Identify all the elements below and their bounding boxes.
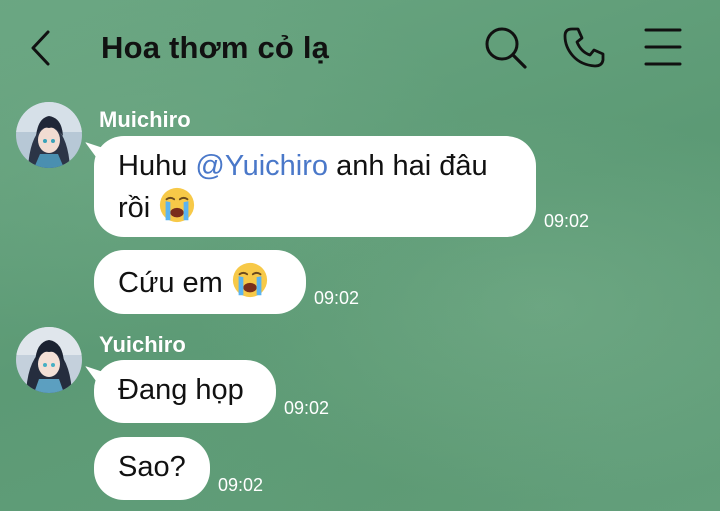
loudly-crying-face-icon [232, 262, 267, 298]
message-bubble[interactable]: Huhu @Yuichiro anh hai đâu rồi [94, 136, 536, 237]
sender-name: Muichiro [99, 107, 191, 132]
menu-icon [644, 28, 682, 66]
loudly-crying-face-icon [160, 187, 195, 223]
search-button[interactable] [482, 24, 528, 70]
message-text: rồi [118, 192, 159, 224]
phone-icon [563, 27, 605, 68]
chat-title: Hoa thơm cỏ lạ [101, 30, 330, 65]
avatar-muichiro[interactable] [16, 102, 82, 168]
mention-link[interactable]: @Yuichiro [195, 150, 328, 182]
call-button[interactable] [561, 24, 607, 70]
message-text: Cứu em [118, 267, 231, 299]
back-button[interactable] [24, 26, 60, 70]
chevron-left-icon [31, 30, 50, 66]
message-text: anh hai đâu [328, 150, 488, 182]
message-bubble[interactable]: Sao? [94, 437, 210, 500]
message-bubble[interactable]: Cứu em [94, 250, 306, 314]
avatar-image [16, 102, 82, 168]
message-text: Đang họp [118, 374, 244, 406]
chat-header: Hoa thơm cỏ lạ [0, 0, 720, 96]
message-bubble[interactable]: Đang họp [94, 360, 276, 423]
search-icon [485, 27, 527, 69]
message-time: 09:02 [284, 398, 330, 418]
avatar-image [16, 327, 82, 393]
message-time: 09:02 [314, 288, 360, 308]
message-time: 09:02 [544, 211, 590, 231]
menu-button[interactable] [640, 24, 686, 70]
message-text: Sao? [118, 451, 186, 483]
sender-name: Yuichiro [99, 332, 186, 357]
message-text: Huhu [118, 150, 196, 182]
message-time: 09:02 [218, 475, 264, 495]
avatar-yuichiro[interactable] [16, 327, 82, 393]
